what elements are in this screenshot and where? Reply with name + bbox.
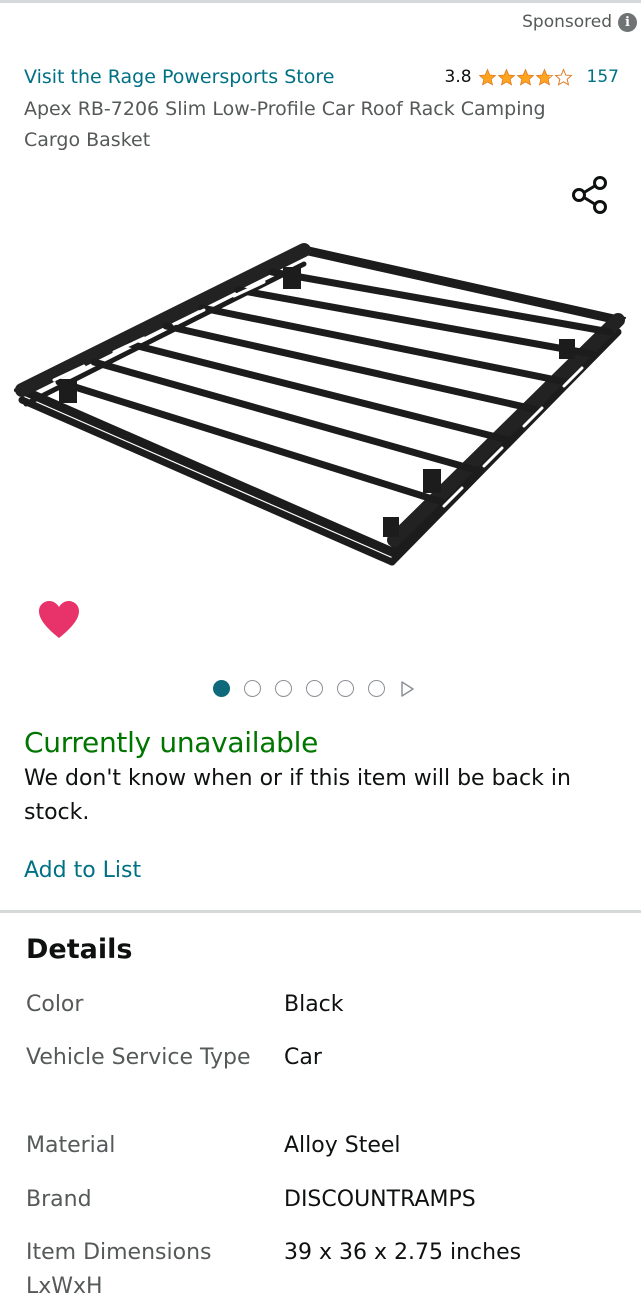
details-value: Alloy Steel bbox=[284, 1133, 401, 1158]
sponsored-label[interactable]: Sponsored i bbox=[522, 12, 637, 32]
share-icon[interactable] bbox=[572, 176, 608, 214]
carousel-dot[interactable] bbox=[306, 680, 323, 697]
details-heading: Details bbox=[26, 934, 133, 965]
product-image[interactable] bbox=[14, 240, 626, 570]
details-key: Vehicle Service Type bbox=[26, 1045, 251, 1070]
details-value: Black bbox=[284, 992, 344, 1017]
details-row-brand: Brand DISCOUNTRAMPS bbox=[26, 1183, 616, 1217]
star-full-icon bbox=[478, 68, 496, 86]
details-row-color: Color Black bbox=[26, 988, 616, 1022]
details-value: 39 x 36 x 2.75 inches bbox=[284, 1240, 522, 1265]
details-value: Car bbox=[284, 1045, 322, 1070]
carousel-dot-active[interactable] bbox=[213, 680, 230, 697]
rating[interactable]: 3.8 157 bbox=[445, 67, 620, 87]
carousel-dot[interactable] bbox=[244, 680, 261, 697]
sponsored-text: Sponsored bbox=[522, 12, 612, 32]
product-title: Apex RB-7206 Slim Low-Profile Car Roof R… bbox=[24, 98, 546, 151]
details-row-material: Material Alloy Steel bbox=[26, 1129, 616, 1163]
star-rating bbox=[478, 67, 573, 87]
add-to-list-link[interactable]: Add to List bbox=[24, 858, 141, 883]
store-link[interactable]: Visit the Rage Powersports Store bbox=[24, 66, 334, 88]
carousel-dot[interactable] bbox=[337, 680, 354, 697]
details-key: Item Dimensions LxWxH bbox=[26, 1240, 212, 1299]
store-rating-row: Visit the Rage Powersports Store 3.8 157 bbox=[24, 66, 619, 88]
carousel-next-icon[interactable] bbox=[399, 680, 415, 697]
star-full-icon bbox=[497, 68, 515, 86]
details-key: Color bbox=[26, 992, 84, 1017]
star-full-icon bbox=[516, 68, 534, 86]
top-divider bbox=[0, 0, 641, 3]
carousel-dot[interactable] bbox=[368, 680, 385, 697]
details-key: Brand bbox=[26, 1187, 92, 1212]
details-value: DISCOUNTRAMPS bbox=[284, 1187, 476, 1212]
info-icon[interactable]: i bbox=[618, 12, 637, 32]
heart-icon[interactable] bbox=[38, 600, 80, 640]
star-half-icon bbox=[535, 68, 553, 86]
section-divider bbox=[0, 910, 641, 913]
rating-value: 3.8 bbox=[444, 67, 472, 87]
details-key: Material bbox=[26, 1133, 116, 1158]
image-carousel-dots bbox=[213, 680, 415, 697]
details-row-item-dimensions: Item Dimensions LxWxH 39 x 36 x 2.75 inc… bbox=[26, 1236, 616, 1300]
star-empty-icon bbox=[553, 67, 573, 86]
details-row-vehicle-service-type: Vehicle Service Type Car bbox=[26, 1041, 616, 1075]
carousel-dot[interactable] bbox=[275, 680, 292, 697]
availability-note: We don't know when or if this item will … bbox=[24, 766, 571, 825]
availability-status: Currently unavailable bbox=[24, 726, 318, 759]
rating-count-link[interactable]: 157 bbox=[587, 67, 619, 87]
